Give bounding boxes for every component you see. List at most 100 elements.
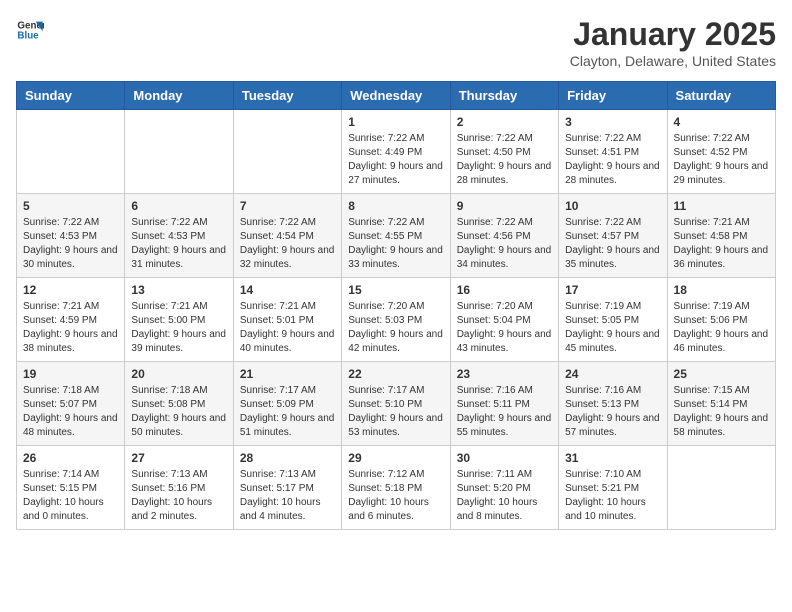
calendar-cell: 4 Sunrise: 7:22 AM Sunset: 4:52 PM Daylig… — [667, 110, 775, 194]
calendar-cell: 16 Sunrise: 7:20 AM Sunset: 5:04 PM Dayli… — [450, 278, 558, 362]
location: Clayton, Delaware, United States — [570, 53, 776, 69]
day-info: Sunrise: 7:21 AM Sunset: 4:59 PM Dayligh… — [23, 300, 118, 356]
day-info: Sunrise: 7:11 AM Sunset: 5:20 PM Dayligh… — [457, 468, 552, 524]
day-info: Sunrise: 7:21 AM Sunset: 4:58 PM Dayligh… — [674, 216, 769, 272]
day-number: 3 — [565, 115, 660, 129]
calendar-cell: 8 Sunrise: 7:22 AM Sunset: 4:55 PM Daylig… — [342, 194, 450, 278]
week-row-4: 19Sunrise: 7:18 AM Sunset: 5:07 PM Dayli… — [17, 362, 776, 446]
week-row-3: 12 Sunrise: 7:21 AM Sunset: 4:59 PM Dayli… — [17, 278, 776, 362]
day-number: 7 — [240, 199, 335, 213]
calendar-cell: 21Sunrise: 7:17 AM Sunset: 5:09 PM Dayli… — [233, 362, 341, 446]
day-info: Sunrise: 7:22 AM Sunset: 4:52 PM Dayligh… — [674, 132, 769, 188]
day-number: 9 — [457, 199, 552, 213]
day-info: Sunrise: 7:16 AM Sunset: 5:13 PM Dayligh… — [565, 384, 660, 440]
day-number: 11 — [674, 199, 769, 213]
day-info: Sunrise: 7:16 AM Sunset: 5:11 PM Dayligh… — [457, 384, 552, 440]
day-number: 5 — [23, 199, 118, 213]
day-number: 16 — [457, 283, 552, 297]
calendar-cell: 11 Sunrise: 7:21 AM Sunset: 4:58 PM Dayli… — [667, 194, 775, 278]
calendar-cell: 18 Sunrise: 7:19 AM Sunset: 5:06 PM Dayli… — [667, 278, 775, 362]
day-info: Sunrise: 7:22 AM Sunset: 4:57 PM Dayligh… — [565, 216, 660, 272]
day-info: Sunrise: 7:19 AM Sunset: 5:05 PM Dayligh… — [565, 300, 660, 356]
calendar-cell — [17, 110, 125, 194]
day-number: 15 — [348, 283, 443, 297]
day-number: 28 — [240, 451, 335, 465]
weekday-header-wednesday: Wednesday — [342, 82, 450, 110]
calendar-cell: 3Sunrise: 7:22 AM Sunset: 4:51 PM Daylig… — [559, 110, 667, 194]
day-number: 4 — [674, 115, 769, 129]
week-row-2: 5 Sunrise: 7:22 AM Sunset: 4:53 PM Daylig… — [17, 194, 776, 278]
day-number: 22 — [348, 367, 443, 381]
day-info: Sunrise: 7:22 AM Sunset: 4:53 PM Dayligh… — [23, 216, 118, 272]
calendar-cell: 10 Sunrise: 7:22 AM Sunset: 4:57 PM Dayli… — [559, 194, 667, 278]
weekday-header-monday: Monday — [125, 82, 233, 110]
calendar-cell — [667, 446, 775, 530]
calendar-cell — [125, 110, 233, 194]
calendar-cell: 20 Sunrise: 7:18 AM Sunset: 5:08 PM Dayli… — [125, 362, 233, 446]
calendar-cell: 30 Sunrise: 7:11 AM Sunset: 5:20 PM Dayli… — [450, 446, 558, 530]
day-number: 20 — [131, 367, 226, 381]
day-number: 29 — [348, 451, 443, 465]
day-info: Sunrise: 7:18 AM Sunset: 5:07 PM Dayligh… — [23, 384, 118, 440]
weekday-header-sunday: Sunday — [17, 82, 125, 110]
calendar-cell: 5 Sunrise: 7:22 AM Sunset: 4:53 PM Daylig… — [17, 194, 125, 278]
weekday-header-saturday: Saturday — [667, 82, 775, 110]
day-info: Sunrise: 7:13 AM Sunset: 5:17 PM Dayligh… — [240, 468, 335, 524]
day-number: 8 — [348, 199, 443, 213]
calendar-cell: 19Sunrise: 7:18 AM Sunset: 5:07 PM Dayli… — [17, 362, 125, 446]
calendar-cell: 7 Sunrise: 7:22 AM Sunset: 4:54 PM Daylig… — [233, 194, 341, 278]
day-number: 18 — [674, 283, 769, 297]
day-info: Sunrise: 7:13 AM Sunset: 5:16 PM Dayligh… — [131, 468, 226, 524]
weekday-header-friday: Friday — [559, 82, 667, 110]
svg-text:Blue: Blue — [17, 30, 39, 41]
day-info: Sunrise: 7:10 AM Sunset: 5:21 PM Dayligh… — [565, 468, 660, 524]
calendar-cell: 22 Sunrise: 7:17 AM Sunset: 5:10 PM Dayli… — [342, 362, 450, 446]
day-number: 25 — [674, 367, 769, 381]
day-info: Sunrise: 7:17 AM Sunset: 5:10 PM Dayligh… — [348, 384, 443, 440]
calendar-cell: 28 Sunrise: 7:13 AM Sunset: 5:17 PM Dayli… — [233, 446, 341, 530]
day-info: Sunrise: 7:15 AM Sunset: 5:14 PM Dayligh… — [674, 384, 769, 440]
day-info: Sunrise: 7:21 AM Sunset: 5:01 PM Dayligh… — [240, 300, 335, 356]
day-number: 30 — [457, 451, 552, 465]
day-info: Sunrise: 7:14 AM Sunset: 5:15 PM Dayligh… — [23, 468, 118, 524]
calendar-cell: 12 Sunrise: 7:21 AM Sunset: 4:59 PM Dayli… — [17, 278, 125, 362]
month-title: January 2025 — [570, 16, 776, 53]
day-info: Sunrise: 7:20 AM Sunset: 5:04 PM Dayligh… — [457, 300, 552, 356]
day-number: 10 — [565, 199, 660, 213]
day-number: 13 — [131, 283, 226, 297]
day-number: 24 — [565, 367, 660, 381]
weekday-header-row: SundayMondayTuesdayWednesdayThursdayFrid… — [17, 82, 776, 110]
day-info: Sunrise: 7:12 AM Sunset: 5:18 PM Dayligh… — [348, 468, 443, 524]
day-number: 23 — [457, 367, 552, 381]
day-info: Sunrise: 7:22 AM Sunset: 4:50 PM Dayligh… — [457, 132, 552, 188]
calendar-cell: 13 Sunrise: 7:21 AM Sunset: 5:00 PM Dayli… — [125, 278, 233, 362]
title-section: January 2025 Clayton, Delaware, United S… — [570, 16, 776, 69]
day-info: Sunrise: 7:22 AM Sunset: 4:55 PM Dayligh… — [348, 216, 443, 272]
day-info: Sunrise: 7:18 AM Sunset: 5:08 PM Dayligh… — [131, 384, 226, 440]
calendar-cell: 27Sunrise: 7:13 AM Sunset: 5:16 PM Dayli… — [125, 446, 233, 530]
weekday-header-tuesday: Tuesday — [233, 82, 341, 110]
week-row-5: 26Sunrise: 7:14 AM Sunset: 5:15 PM Dayli… — [17, 446, 776, 530]
day-info: Sunrise: 7:21 AM Sunset: 5:00 PM Dayligh… — [131, 300, 226, 356]
calendar-cell: 15Sunrise: 7:20 AM Sunset: 5:03 PM Dayli… — [342, 278, 450, 362]
day-info: Sunrise: 7:22 AM Sunset: 4:54 PM Dayligh… — [240, 216, 335, 272]
page-header: General Blue January 2025 Clayton, Delaw… — [16, 16, 776, 69]
calendar-cell: 9Sunrise: 7:22 AM Sunset: 4:56 PM Daylig… — [450, 194, 558, 278]
day-info: Sunrise: 7:22 AM Sunset: 4:49 PM Dayligh… — [348, 132, 443, 188]
calendar-cell: 25 Sunrise: 7:15 AM Sunset: 5:14 PM Dayli… — [667, 362, 775, 446]
day-number: 31 — [565, 451, 660, 465]
day-number: 1 — [348, 115, 443, 129]
calendar-cell: 6Sunrise: 7:22 AM Sunset: 4:53 PM Daylig… — [125, 194, 233, 278]
weekday-header-thursday: Thursday — [450, 82, 558, 110]
week-row-1: 1 Sunrise: 7:22 AM Sunset: 4:49 PM Daylig… — [17, 110, 776, 194]
day-number: 2 — [457, 115, 552, 129]
calendar-cell — [233, 110, 341, 194]
day-info: Sunrise: 7:19 AM Sunset: 5:06 PM Dayligh… — [674, 300, 769, 356]
calendar-cell: 31 Sunrise: 7:10 AM Sunset: 5:21 PM Dayli… — [559, 446, 667, 530]
calendar-cell: 23 Sunrise: 7:16 AM Sunset: 5:11 PM Dayli… — [450, 362, 558, 446]
calendar-table: SundayMondayTuesdayWednesdayThursdayFrid… — [16, 81, 776, 530]
day-info: Sunrise: 7:17 AM Sunset: 5:09 PM Dayligh… — [240, 384, 335, 440]
day-number: 17 — [565, 283, 660, 297]
day-number: 12 — [23, 283, 118, 297]
calendar-cell: 2 Sunrise: 7:22 AM Sunset: 4:50 PM Daylig… — [450, 110, 558, 194]
